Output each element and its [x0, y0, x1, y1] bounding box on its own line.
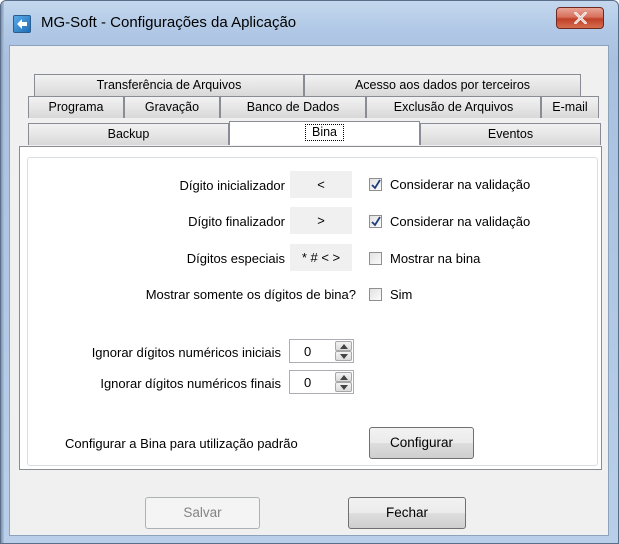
ignorar-finais-down-button[interactable]: [335, 382, 352, 392]
ignorar-iniciais-stepper[interactable]: 0: [289, 339, 354, 363]
tab-eventos[interactable]: Eventos: [420, 123, 601, 145]
digito-inicializador-value[interactable]: <: [290, 171, 352, 198]
arrow-down-icon: [340, 385, 348, 390]
tab-programa[interactable]: Programa: [28, 96, 124, 118]
close-button[interactable]: Fechar: [348, 497, 466, 529]
close-icon: [574, 12, 587, 24]
configurar-bina-label: Configurar a Bina para utilização padrão: [65, 436, 298, 451]
tab-backup[interactable]: Backup: [28, 123, 229, 145]
tab-transferencia-arquivos[interactable]: Transferência de Arquivos: [34, 74, 304, 96]
app-window: MG-Soft - Configurações da Aplicação Tra…: [0, 0, 619, 544]
mostrar-somente-label: Mostrar somente os dígitos de bina?: [145, 287, 356, 302]
arrow-up-icon: [340, 344, 348, 349]
arrow-up-icon: [340, 375, 348, 380]
ignorar-iniciais-value[interactable]: 0: [304, 344, 311, 359]
tab-email[interactable]: E-mail: [541, 96, 599, 118]
digito-inicializador-check-label[interactable]: Considerar na validação: [390, 177, 530, 192]
arrow-down-icon: [340, 354, 348, 359]
ignorar-finais-label: Ignorar dígitos numéricos finais: [100, 376, 281, 391]
ignorar-iniciais-down-button[interactable]: [335, 351, 352, 361]
checkmark-icon: [371, 179, 381, 190]
tab-bina[interactable]: Bina: [229, 121, 420, 145]
ignorar-finais-stepper[interactable]: 0: [289, 370, 354, 394]
save-button[interactable]: Salvar: [145, 497, 260, 529]
digito-finalizador-value[interactable]: >: [290, 207, 352, 234]
digito-inicializador-label: Dígito inicializador: [179, 178, 286, 193]
ignorar-finais-value[interactable]: 0: [304, 375, 311, 390]
app-icon: [13, 15, 31, 33]
ignorar-finais-up-button[interactable]: [335, 372, 352, 382]
tab-gravacao[interactable]: Gravação: [124, 96, 220, 118]
ignorar-iniciais-up-button[interactable]: [335, 341, 352, 351]
mostrar-na-bina-label[interactable]: Mostrar na bina: [390, 251, 480, 266]
close-window-button[interactable]: [556, 7, 604, 29]
digitos-especiais-value[interactable]: * # < >: [290, 244, 352, 271]
checkmark-icon: [371, 216, 381, 227]
bina-settings-group: [27, 157, 598, 466]
tab-bina-label: Bina: [304, 124, 345, 141]
tab-exclusao-arquivos[interactable]: Exclusão de Arquivos: [366, 96, 541, 118]
mostrar-somente-check-label[interactable]: Sim: [390, 287, 412, 302]
mostrar-somente-checkbox[interactable]: [369, 288, 382, 301]
digito-inicializador-checkbox[interactable]: [369, 178, 382, 191]
digito-finalizador-checkbox[interactable]: [369, 215, 382, 228]
mostrar-na-bina-checkbox[interactable]: [369, 252, 382, 265]
ignorar-iniciais-label: Ignorar dígitos numéricos iniciais: [91, 345, 281, 360]
digito-finalizador-label: Dígito finalizador: [188, 214, 285, 229]
window-left-edge: [1, 1, 4, 543]
window-title: MG-Soft - Configurações da Aplicação: [41, 14, 297, 31]
tab-acesso-dados-terceiros[interactable]: Acesso aos dados por terceiros: [304, 74, 581, 96]
title-bar[interactable]: MG-Soft - Configurações da Aplicação: [1, 1, 618, 45]
digitos-especiais-label: Dígitos especiais: [186, 251, 285, 266]
digito-finalizador-check-label[interactable]: Considerar na validação: [390, 214, 530, 229]
tab-banco-dados[interactable]: Banco de Dados: [220, 96, 366, 118]
configurar-button[interactable]: Configurar: [369, 427, 474, 459]
